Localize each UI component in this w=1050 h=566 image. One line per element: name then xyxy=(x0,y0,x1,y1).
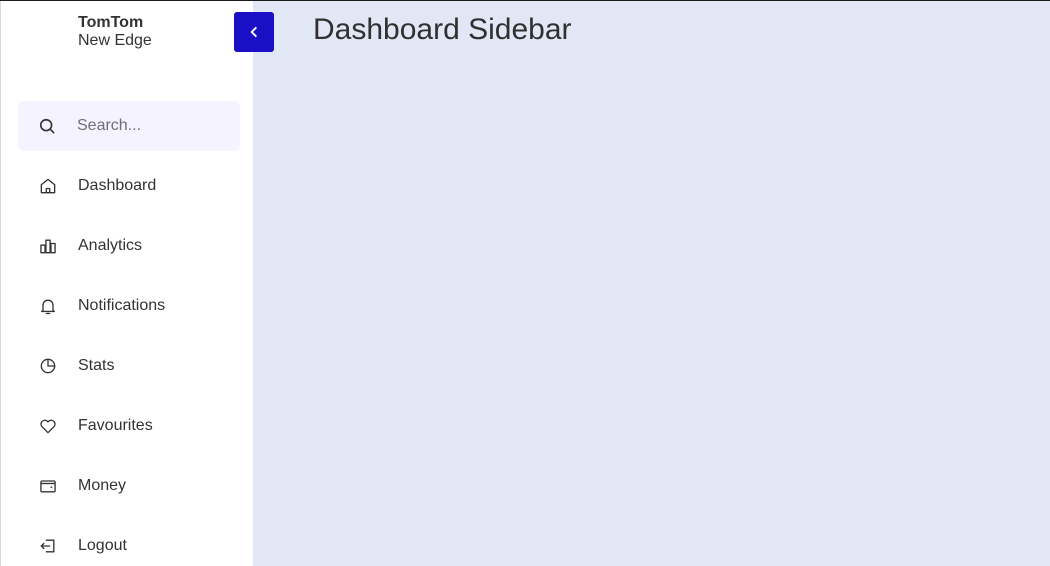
sidebar-item-label: Logout xyxy=(78,537,127,554)
sidebar-item-label: Stats xyxy=(78,357,115,374)
sidebar-item-stats[interactable]: Stats xyxy=(18,341,240,391)
search-box[interactable] xyxy=(18,101,240,151)
sidebar-item-notifications[interactable]: Notifications xyxy=(18,281,240,331)
bar-chart-icon xyxy=(38,236,58,256)
pie-chart-icon xyxy=(38,356,58,376)
page-title: Dashboard Sidebar xyxy=(313,13,572,46)
sidebar-item-favourites[interactable]: Favourites xyxy=(18,401,240,451)
sidebar-item-logout[interactable]: Logout xyxy=(18,521,240,566)
bell-icon xyxy=(38,296,58,316)
collapse-sidebar-button[interactable] xyxy=(234,12,274,52)
sidebar-item-analytics[interactable]: Analytics xyxy=(18,221,240,271)
search-input[interactable] xyxy=(77,101,232,151)
sidebar-item-label: Notifications xyxy=(78,297,166,314)
sidebar-item-dashboard[interactable]: Dashboard xyxy=(18,161,240,211)
sidebar-item-label: Dashboard xyxy=(78,177,157,194)
search-icon xyxy=(37,116,57,136)
sidebar-item-label: Money xyxy=(78,477,127,494)
sidebar-item-label: Favourites xyxy=(78,417,153,434)
brand-name: TomTom xyxy=(78,14,144,31)
home-icon xyxy=(38,176,58,196)
heart-icon xyxy=(38,416,58,436)
wallet-icon xyxy=(38,476,58,496)
brand: TomTom New Edge xyxy=(78,14,152,50)
sidebar-item-money[interactable]: Money xyxy=(18,461,240,511)
brand-subtitle: New Edge xyxy=(78,32,152,49)
sidebar-item-label: Analytics xyxy=(78,237,143,254)
sidebar: TomTom New Edge Dashboard A xyxy=(0,1,253,566)
chevron-left-icon xyxy=(247,25,261,39)
logout-icon xyxy=(38,536,58,556)
